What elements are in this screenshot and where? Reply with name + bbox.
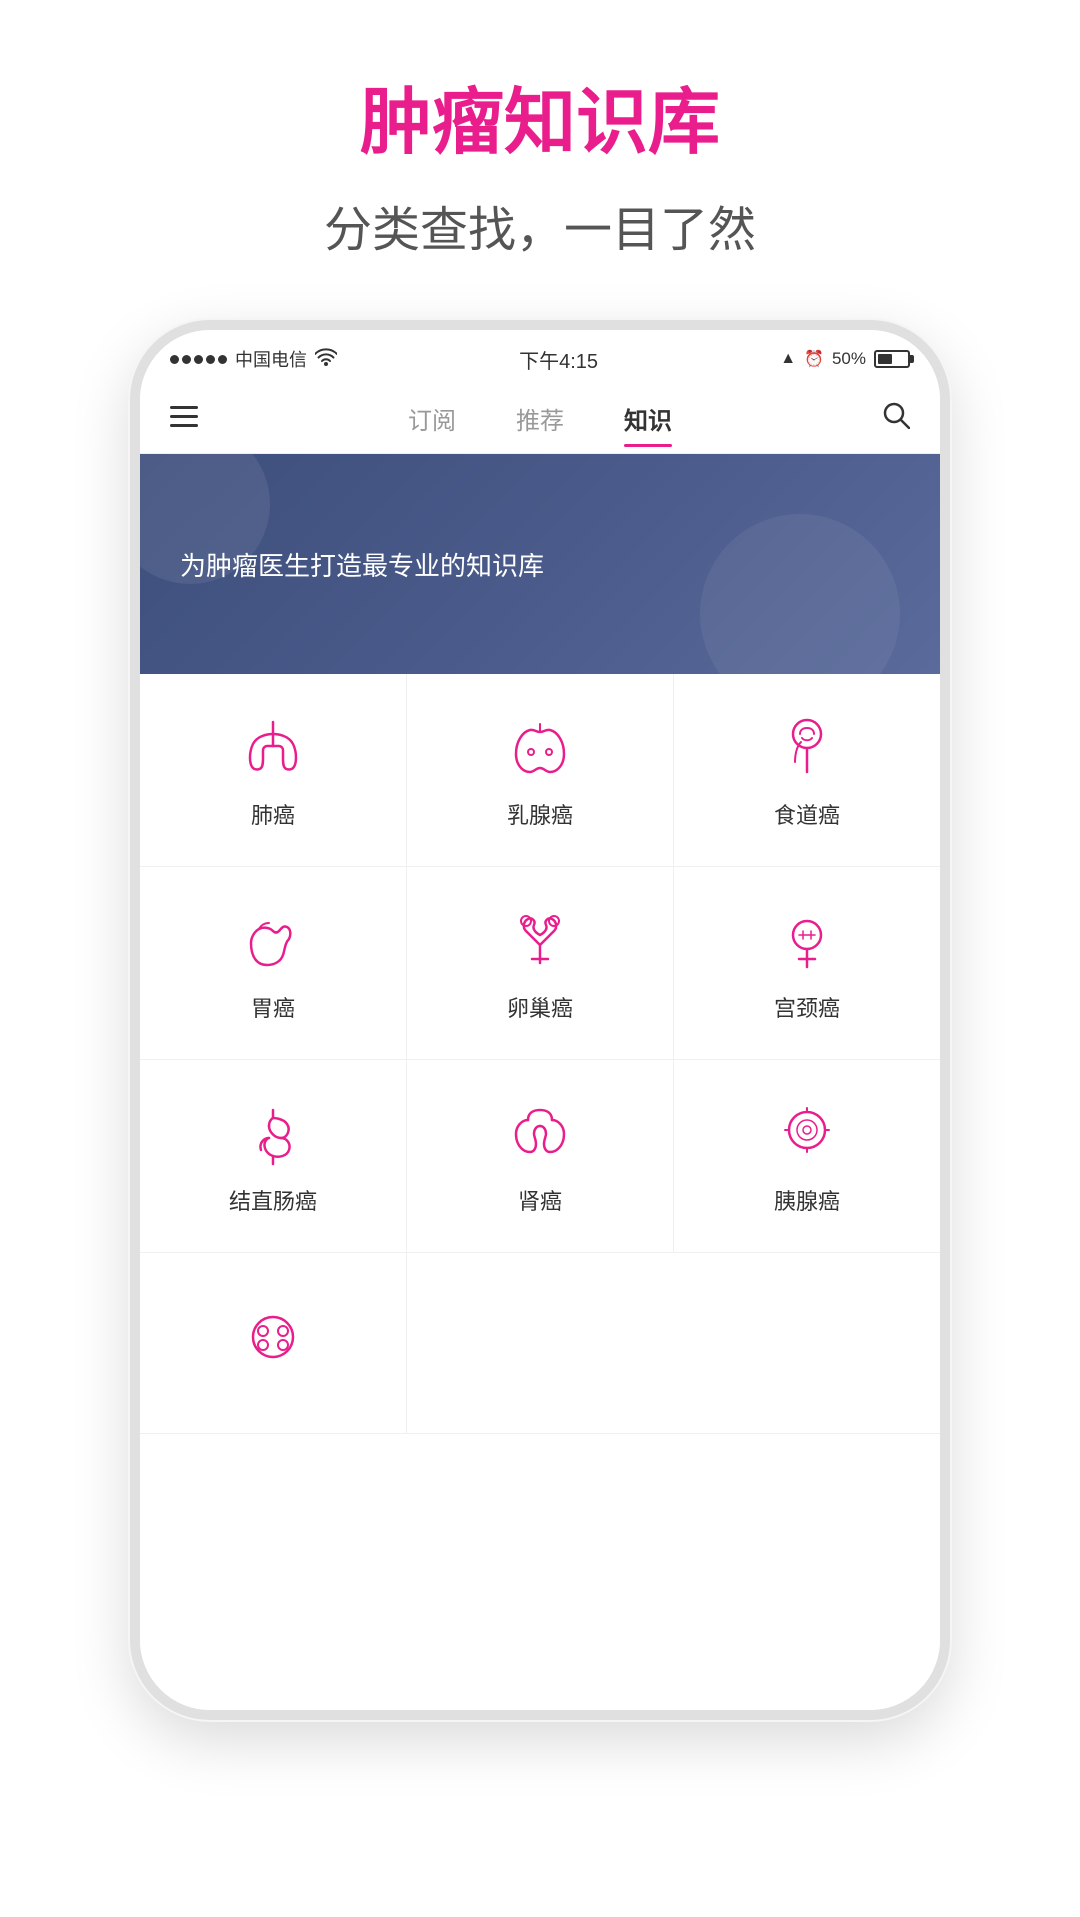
kidney-cancer-label: 肾癌 bbox=[518, 1184, 562, 1216]
alarm-icon: ⏰ bbox=[804, 349, 824, 369]
lung-cancer-label: 肺癌 bbox=[251, 798, 295, 830]
carrier-name: 中国电信 bbox=[235, 346, 307, 372]
signal-dots bbox=[170, 355, 227, 364]
grid-row-2: 胃癌 卵巢癌 bbox=[140, 867, 940, 1060]
page-subtitle: 分类查找，一目了然 bbox=[0, 190, 1080, 260]
grid-row-1: 肺癌 乳腺癌 bbox=[140, 674, 940, 867]
cancer-stomach[interactable]: 胃癌 bbox=[140, 867, 407, 1059]
signal-dot-1 bbox=[170, 355, 179, 364]
stomach-cancer-label: 胃癌 bbox=[251, 991, 295, 1023]
tab-recommend[interactable]: 推荐 bbox=[516, 391, 564, 446]
battery-fill bbox=[878, 354, 892, 364]
status-bar: 中国电信 下午4:15 ▲ ⏰ 50% bbox=[140, 330, 940, 384]
search-icon[interactable] bbox=[872, 391, 920, 446]
signal-dot-5 bbox=[218, 355, 227, 364]
tab-knowledge[interactable]: 知识 bbox=[624, 391, 672, 446]
signal-dot-4 bbox=[206, 355, 215, 364]
cancer-kidney[interactable]: 肾癌 bbox=[407, 1060, 674, 1252]
grid-row-4 bbox=[140, 1253, 940, 1434]
cancer-colorectal[interactable]: 结直肠癌 bbox=[140, 1060, 407, 1252]
colorectal-cancer-label: 结直肠癌 bbox=[229, 1184, 317, 1216]
nav-tabs: 订阅 推荐 知识 bbox=[208, 391, 872, 446]
cancer-lung[interactable]: 肺癌 bbox=[140, 674, 407, 866]
signal-dot-2 bbox=[182, 355, 191, 364]
pancreas-cancer-label: 胰腺癌 bbox=[774, 1184, 840, 1216]
status-left: 中国电信 bbox=[170, 346, 337, 372]
cancer-breast[interactable]: 乳腺癌 bbox=[407, 674, 674, 866]
empty-cell-1 bbox=[407, 1253, 673, 1433]
nav-bar: 订阅 推荐 知识 bbox=[140, 384, 940, 454]
cervix-cancer-label: 宫颈癌 bbox=[774, 991, 840, 1023]
cancer-other[interactable] bbox=[140, 1253, 407, 1433]
wifi-icon bbox=[315, 348, 337, 371]
empty-cell-2 bbox=[674, 1253, 940, 1433]
status-right: ▲ ⏰ 50% bbox=[780, 349, 910, 369]
battery-indicator bbox=[874, 350, 910, 368]
grid-row-3: 结直肠癌 肾癌 bbox=[140, 1060, 940, 1253]
page-header: 肿瘤知识库 分类查找，一目了然 bbox=[0, 0, 1080, 300]
page-title: 肿瘤知识库 bbox=[0, 80, 1080, 166]
esophagus-cancer-label: 食道癌 bbox=[774, 798, 840, 830]
location-icon: ▲ bbox=[780, 350, 796, 368]
phone-frame: 中国电信 下午4:15 ▲ ⏰ 50% bbox=[130, 320, 950, 1720]
cancer-ovary[interactable]: 卵巢癌 bbox=[407, 867, 674, 1059]
banner-text: 为肿瘤医生打造最专业的知识库 bbox=[180, 546, 544, 583]
knowledge-banner: 为肿瘤医生打造最专业的知识库 bbox=[140, 454, 940, 674]
ovary-cancer-label: 卵巢癌 bbox=[507, 991, 573, 1023]
breast-cancer-label: 乳腺癌 bbox=[507, 798, 573, 830]
signal-dot-3 bbox=[194, 355, 203, 364]
cancer-esophagus[interactable]: 食道癌 bbox=[674, 674, 940, 866]
battery-text: 50% bbox=[832, 349, 866, 369]
phone-wrapper: 中国电信 下午4:15 ▲ ⏰ 50% bbox=[130, 320, 950, 1720]
cancer-grid: 肺癌 乳腺癌 bbox=[140, 674, 940, 1710]
cancer-cervix[interactable]: 宫颈癌 bbox=[674, 867, 940, 1059]
cancer-pancreas[interactable]: 胰腺癌 bbox=[674, 1060, 940, 1252]
tab-subscribe[interactable]: 订阅 bbox=[408, 391, 456, 446]
status-time: 下午4:15 bbox=[519, 345, 598, 374]
menu-icon[interactable] bbox=[160, 393, 208, 445]
